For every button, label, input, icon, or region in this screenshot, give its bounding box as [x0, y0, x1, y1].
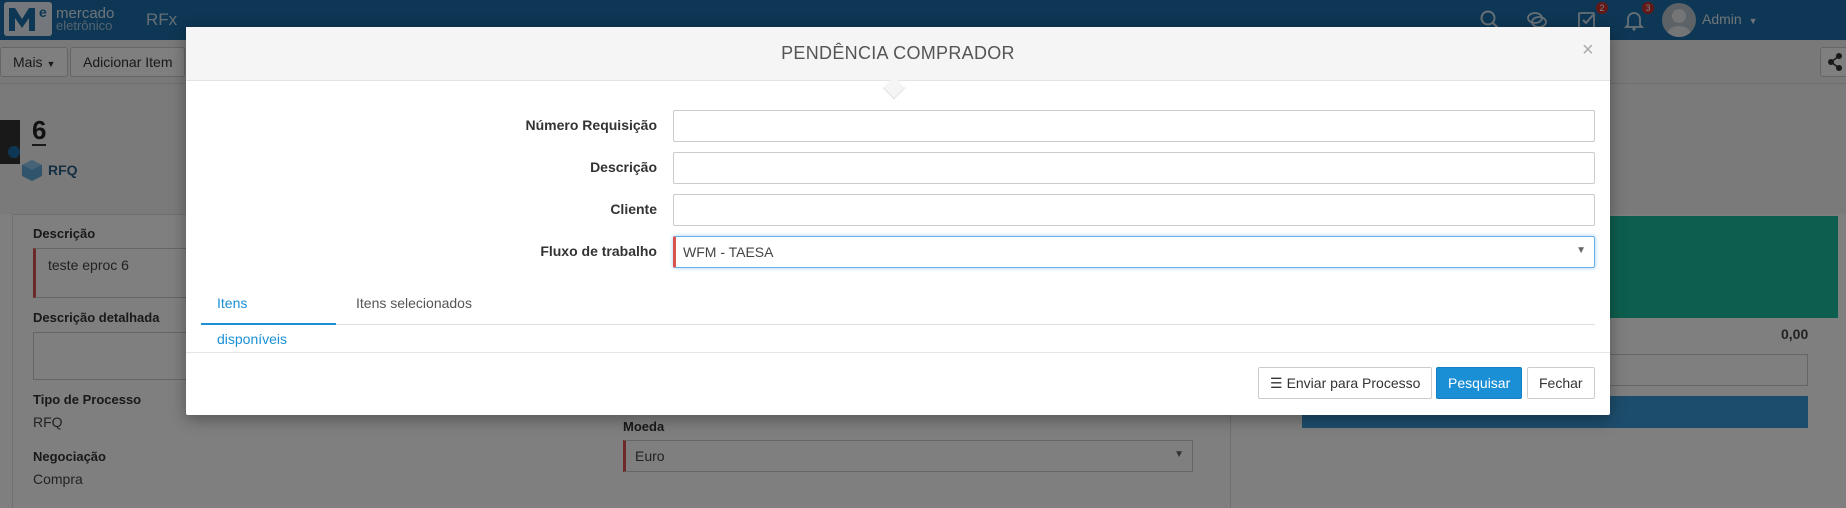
search-button[interactable]: Pesquisar — [1436, 367, 1523, 399]
cliente-input[interactable] — [673, 194, 1595, 226]
send-to-process-button[interactable]: ☰ Enviar para Processo — [1258, 367, 1433, 399]
send-to-process-label: Enviar para Processo — [1286, 375, 1421, 391]
tab-itens-disponiveis[interactable]: Itens disponíveis — [201, 285, 336, 347]
fluxo-trabalho-label: Fluxo de trabalho — [540, 243, 657, 259]
items-tabs: Itens disponíveis Itens selecionados — [201, 285, 1595, 347]
fluxo-trabalho-value: WFM - TAESA — [683, 244, 774, 260]
numero-requisicao-input[interactable] — [673, 110, 1595, 142]
caret-down-icon: ▼ — [1576, 245, 1586, 256]
close-button[interactable]: Fechar — [1527, 367, 1595, 399]
modal-footer: ☰ Enviar para Processo Pesquisar Fechar — [186, 352, 1610, 415]
descricao-label: Descrição — [590, 159, 657, 175]
descricao-input[interactable] — [673, 152, 1595, 184]
numero-requisicao-label: Número Requisição — [525, 117, 657, 133]
modal-title: PENDÊNCIA COMPRADOR — [781, 43, 1015, 63]
close-icon[interactable]: × — [1582, 39, 1594, 62]
list-icon: ☰ — [1270, 375, 1283, 391]
tab-itens-selecionados[interactable]: Itens selecionados — [340, 285, 488, 325]
fluxo-trabalho-select[interactable]: WFM - TAESA ▼ — [673, 236, 1595, 268]
modal-header: PENDÊNCIA COMPRADOR × — [186, 27, 1610, 81]
pendencia-comprador-modal: PENDÊNCIA COMPRADOR × Número Requisição … — [186, 27, 1610, 415]
cliente-label: Cliente — [610, 201, 657, 217]
